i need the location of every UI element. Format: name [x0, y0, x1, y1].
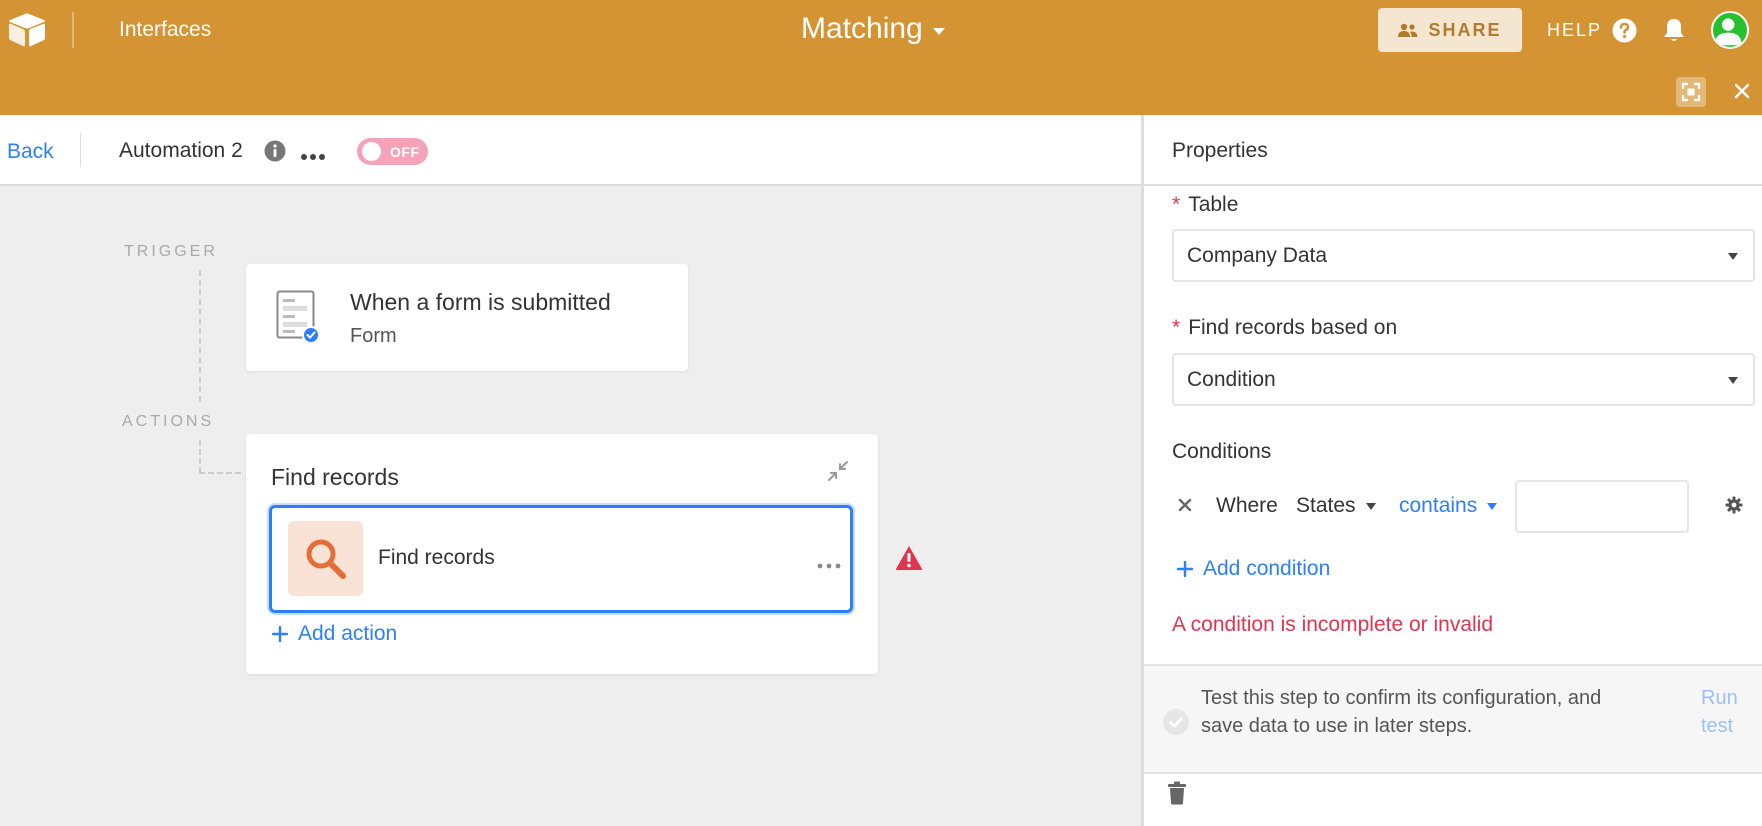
warning-icon — [895, 545, 923, 571]
chevron-down-icon — [932, 27, 945, 35]
trigger-card[interactable]: When a form is submitted Form — [246, 264, 688, 371]
chevron-down-icon — [1728, 253, 1738, 260]
add-condition-label: Add condition — [1203, 557, 1331, 580]
condition-error-message: A condition is incomplete or invalid — [1172, 613, 1494, 636]
trash-icon[interactable] — [1167, 781, 1187, 805]
condition-row: Where States contains — [1172, 480, 1762, 533]
actions-section-label: ACTIONS — [122, 413, 215, 430]
back-link[interactable]: Back — [7, 140, 54, 164]
automation-name[interactable]: Automation 2 — [119, 139, 243, 163]
top-bar: Interfaces Matching SHARE HELP — [0, 0, 1762, 115]
condition-value-input[interactable] — [1515, 480, 1689, 533]
automation-toggle[interactable]: OFF — [357, 138, 428, 165]
table-field-label: * Table — [1172, 193, 1238, 217]
collapse-icon[interactable] — [827, 460, 849, 482]
trigger-title: When a form is submitted — [350, 289, 611, 315]
toolbar-divider — [80, 133, 81, 167]
trigger-connector — [199, 270, 201, 402]
help-circle-icon[interactable] — [1612, 18, 1637, 43]
search-icon — [288, 521, 363, 596]
base-title: Matching — [801, 12, 923, 45]
action-step-find-records[interactable]: Find records — [269, 505, 853, 613]
panel-title: Properties — [1172, 139, 1268, 162]
table-label-text: Table — [1188, 193, 1239, 216]
check-circle-icon — [1162, 708, 1190, 736]
user-avatar[interactable] — [1711, 11, 1749, 49]
find-based-on-select[interactable]: Condition — [1172, 353, 1755, 406]
remove-condition-icon[interactable] — [1178, 498, 1192, 512]
table-select-value: Company Data — [1187, 243, 1328, 267]
required-asterisk: * — [1172, 316, 1181, 339]
table-select[interactable]: Company Data — [1172, 229, 1755, 282]
toggle-knob — [362, 142, 381, 161]
base-title-dropdown[interactable]: Matching — [801, 12, 945, 46]
form-icon — [276, 290, 320, 344]
more-options-icon[interactable] — [300, 148, 326, 160]
trigger-section-label: TRIGGER — [124, 243, 218, 260]
chevron-down-icon — [1365, 502, 1376, 510]
where-label: Where — [1216, 494, 1278, 517]
info-icon[interactable] — [264, 140, 286, 162]
automation-toolbar: Back Automation 2 OFF — [0, 115, 1141, 186]
notifications-bell-icon[interactable] — [1662, 17, 1686, 43]
conditions-label: Conditions — [1172, 440, 1272, 463]
condition-operator-value: contains — [1399, 494, 1478, 517]
run-test-button[interactable]: Run test — [1701, 684, 1751, 740]
action-step-label: Find records — [378, 546, 495, 569]
required-asterisk: * — [1172, 193, 1181, 216]
actions-group-title: Find records — [271, 464, 399, 490]
actions-group-card: Find records Find records Add action — [246, 434, 878, 674]
interfaces-link[interactable]: Interfaces — [119, 18, 211, 42]
more-options-icon[interactable] — [817, 556, 841, 569]
plus-icon — [272, 626, 288, 642]
add-condition-button[interactable]: Add condition — [1177, 557, 1330, 581]
expand-view-icon[interactable] — [1676, 77, 1706, 107]
condition-field-value: States — [1296, 494, 1356, 517]
header-divider — [72, 12, 74, 48]
add-action-label: Add action — [298, 622, 398, 645]
airtable-logo-icon[interactable] — [8, 13, 46, 47]
properties-panel: Properties * Table Company Data * Find rec… — [1141, 115, 1762, 826]
users-icon — [1398, 23, 1418, 37]
find-based-on-label-text: Find records based on — [1188, 316, 1398, 339]
toggle-label: OFF — [390, 143, 420, 160]
plus-icon — [1177, 561, 1193, 577]
gear-icon[interactable] — [1725, 496, 1743, 514]
actions-connector-h — [199, 472, 241, 474]
chevron-down-icon — [1487, 502, 1498, 510]
add-action-button[interactable]: Add action — [272, 622, 397, 646]
find-based-on-label: * Find records based on — [1172, 316, 1397, 340]
condition-operator-select[interactable]: contains — [1399, 494, 1498, 518]
condition-field-select[interactable]: States — [1296, 494, 1376, 518]
help-link[interactable]: HELP — [1547, 20, 1602, 41]
close-icon[interactable] — [1733, 82, 1751, 100]
panel-header: Properties — [1144, 115, 1762, 186]
find-based-on-value: Condition — [1187, 367, 1276, 391]
actions-connector — [199, 440, 201, 473]
test-step-section: Test this step to confirm its configurat… — [1144, 664, 1762, 774]
test-step-description: Test this step to confirm its configurat… — [1201, 687, 1602, 737]
trigger-subtitle: Form — [350, 325, 397, 347]
share-button[interactable]: SHARE — [1378, 8, 1522, 52]
chevron-down-icon — [1728, 377, 1738, 384]
share-label: SHARE — [1428, 19, 1502, 40]
